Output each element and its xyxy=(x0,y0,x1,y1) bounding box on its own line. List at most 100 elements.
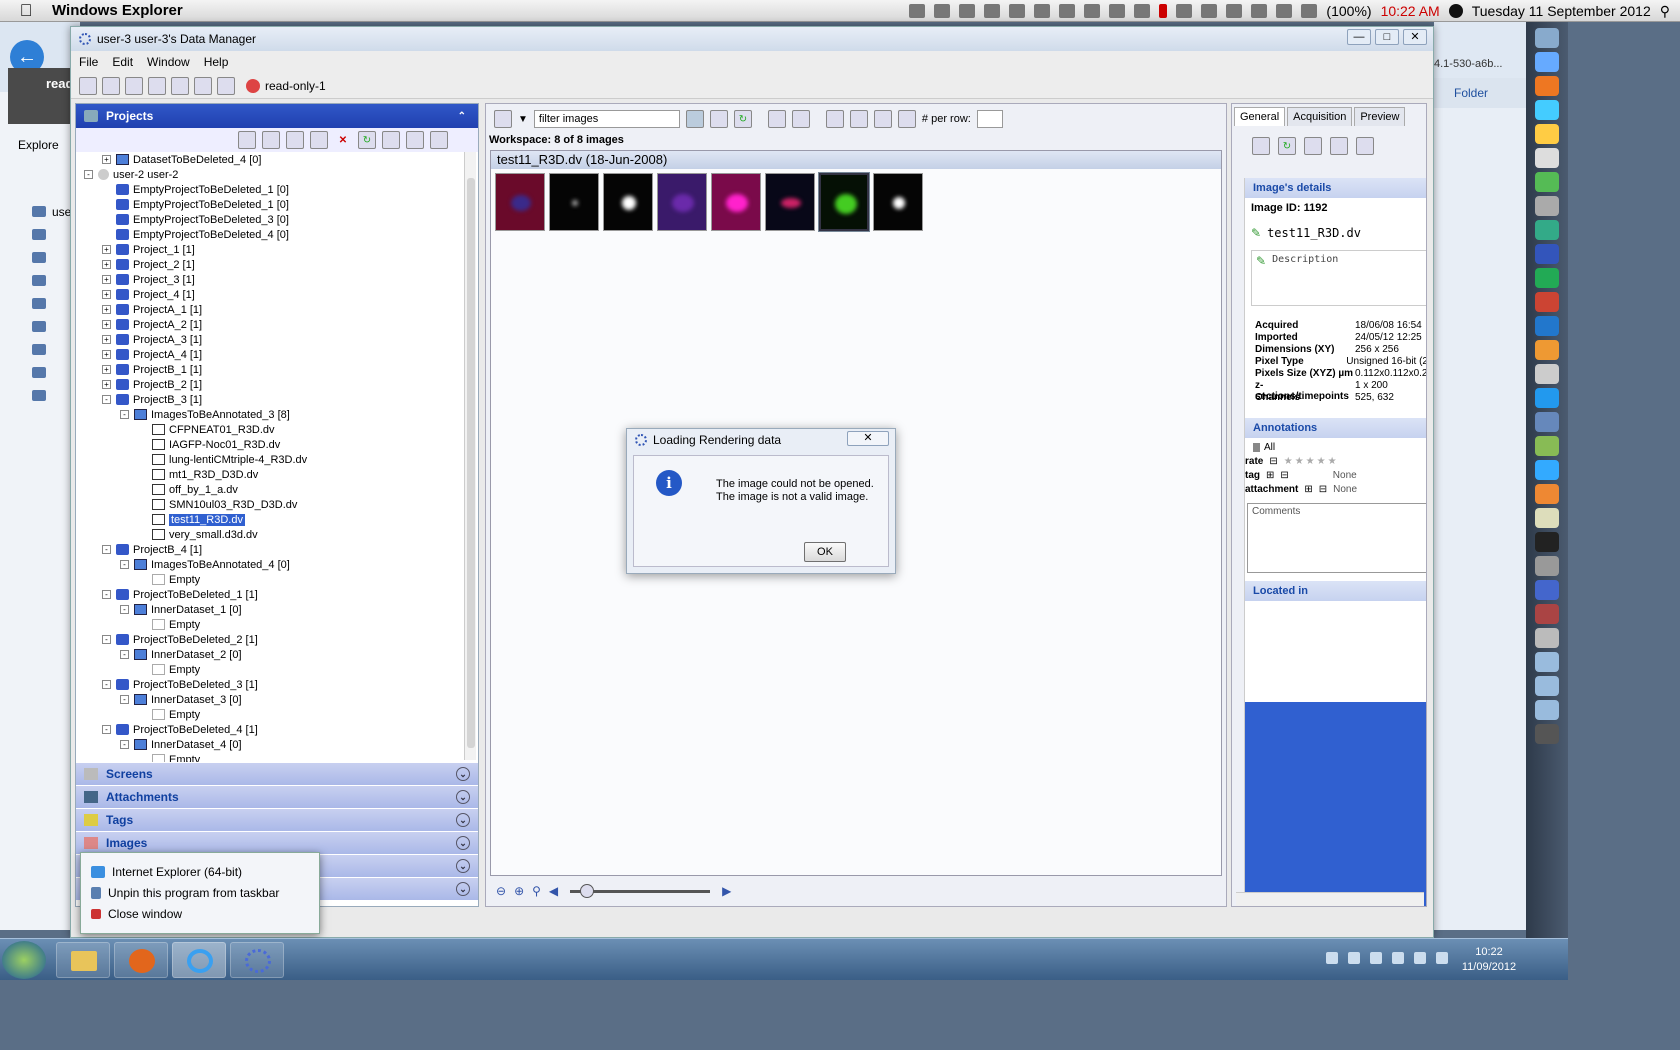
open-internet-explorer[interactable]: Internet Explorer (64-bit) xyxy=(91,861,319,882)
add-icon[interactable]: ⊞ xyxy=(1304,484,1312,495)
tree-row[interactable]: Empty xyxy=(76,752,478,762)
filter-input[interactable]: filter images xyxy=(533,110,680,128)
unpin-item[interactable]: Unpin this program from taskbar xyxy=(91,882,319,903)
status-icon[interactable] xyxy=(1109,4,1126,18)
image-thumbnail[interactable] xyxy=(603,173,653,231)
screen-icon[interactable] xyxy=(125,76,143,95)
tree-row[interactable]: EmptyProjectToBeDeleted_3 [0] xyxy=(76,212,478,227)
slider-handle[interactable] xyxy=(580,883,595,898)
spotlight-icon[interactable]: ⚲ xyxy=(1660,3,1670,20)
expand-icon[interactable]: + xyxy=(102,335,111,344)
terminal-icon[interactable] xyxy=(1535,532,1559,552)
menu-file[interactable]: File xyxy=(79,55,98,69)
wifi-icon[interactable] xyxy=(1251,4,1268,18)
paste-icon[interactable] xyxy=(310,131,328,149)
volume-icon[interactable] xyxy=(1276,4,1293,18)
expand-icon[interactable]: + xyxy=(102,245,111,254)
menu-help[interactable]: Help xyxy=(204,55,229,69)
expand-icon[interactable]: + xyxy=(102,260,111,269)
flag-icon[interactable] xyxy=(1436,952,1448,964)
expand-icon[interactable]: ⌄ xyxy=(456,836,470,850)
apple-icon[interactable]:  xyxy=(0,1,52,21)
active-app-name[interactable]: Windows Explorer xyxy=(52,2,183,19)
tree-row[interactable]: Empty xyxy=(76,617,478,632)
collapse-icon[interactable]: - xyxy=(120,740,129,749)
taskbar-explorer[interactable] xyxy=(56,942,110,978)
taskbar-omero[interactable] xyxy=(230,942,284,978)
accordion-images[interactable]: Images ⌄ xyxy=(76,831,478,854)
tree-row[interactable]: SMN10ul03_R3D_D3D.dv xyxy=(76,497,478,512)
grid-icon[interactable] xyxy=(1356,137,1374,155)
app-icon[interactable] xyxy=(1535,628,1559,648)
expand-icon[interactable]: + xyxy=(102,365,111,374)
collapse-icon[interactable]: - xyxy=(102,590,111,599)
sort-icon[interactable] xyxy=(382,131,400,149)
tree-view-icon[interactable] xyxy=(79,76,97,95)
expand-icon[interactable]: + xyxy=(102,380,111,389)
taskbar-clock[interactable]: 10:22 11/09/2012 xyxy=(1458,945,1520,975)
menubar-clock[interactable]: 10:22 AM xyxy=(1381,3,1440,19)
skype-icon[interactable] xyxy=(1535,388,1559,408)
app-icon[interactable] xyxy=(1535,172,1559,192)
expand-icon[interactable]: + xyxy=(102,305,111,314)
tree-row[interactable]: - InnerDataset_3 [0] xyxy=(76,692,478,707)
bluetooth-icon[interactable] xyxy=(1226,4,1243,18)
taskbar-firefox[interactable] xyxy=(114,942,168,978)
menubar-date[interactable]: Tuesday 11 September 2012 xyxy=(1472,3,1651,19)
zoom-in-icon[interactable]: ⊕ xyxy=(514,884,524,898)
copy-icon[interactable] xyxy=(286,131,304,149)
expand-icon[interactable]: ⌄ xyxy=(456,859,470,873)
tree-row[interactable]: - user-2 user-2 xyxy=(76,167,478,182)
group-label[interactable]: read-only-1 xyxy=(265,79,326,93)
tree-row[interactable]: - InnerDataset_4 [0] xyxy=(76,737,478,752)
app-icon[interactable] xyxy=(1535,100,1559,120)
menu-edit[interactable]: Edit xyxy=(112,55,133,69)
tree-row[interactable]: - ImagesToBeAnnotated_4 [0] xyxy=(76,557,478,572)
scrollbar-thumb[interactable] xyxy=(467,178,475,748)
tree-row[interactable]: Empty xyxy=(76,572,478,587)
horizontal-scrollbar[interactable] xyxy=(1236,892,1424,906)
ok-button[interactable]: OK xyxy=(804,542,846,562)
remove-icon[interactable]: ⊟ xyxy=(1280,470,1288,481)
tree-row[interactable]: - InnerDataset_1 [0] xyxy=(76,602,478,617)
excel-icon[interactable] xyxy=(1535,268,1559,288)
image-thumbnail[interactable] xyxy=(873,173,923,231)
status-icon[interactable] xyxy=(984,4,1001,18)
filter-all[interactable]: All xyxy=(1245,438,1426,453)
delete-icon[interactable]: ✕ xyxy=(334,131,352,149)
tree-row[interactable]: Empty xyxy=(76,707,478,722)
taskbar-internet-explorer[interactable] xyxy=(172,942,226,978)
tree-row[interactable]: + Project_1 [1] xyxy=(76,242,478,257)
folder-icon[interactable] xyxy=(1535,700,1559,720)
app-icon[interactable] xyxy=(1535,52,1559,72)
calendar-icon[interactable] xyxy=(1535,148,1559,168)
tree-row[interactable]: - ProjectToBeDeleted_2 [1] xyxy=(76,632,478,647)
tree-row[interactable]: lung-lentiCMtriple-4_R3D.dv xyxy=(76,452,478,467)
pause-icon[interactable] xyxy=(1159,4,1168,18)
accordion-attachments[interactable]: Attachments ⌄ xyxy=(76,785,478,808)
collapse-icon[interactable]: - xyxy=(84,170,93,179)
window-titlebar[interactable]: user-3 user-3's Data Manager — □ ✕ xyxy=(71,27,1433,51)
people-icon[interactable] xyxy=(171,76,189,95)
tree-row[interactable]: - ProjectB_4 [1] xyxy=(76,542,478,557)
collapse-icon[interactable]: - xyxy=(102,395,111,404)
battery-icon[interactable] xyxy=(1301,4,1318,18)
edit-pencil-icon[interactable]: ✎ xyxy=(1256,254,1266,305)
filter-menu-icon[interactable] xyxy=(494,110,512,128)
tree-row[interactable]: + ProjectB_2 [1] xyxy=(76,377,478,392)
status-icon[interactable] xyxy=(1034,4,1051,18)
tree-row[interactable]: - ProjectToBeDeleted_3 [1] xyxy=(76,677,478,692)
status-icon[interactable] xyxy=(959,4,976,18)
app-icon[interactable] xyxy=(1535,580,1559,600)
refresh-icon[interactable]: ↻ xyxy=(1278,137,1296,155)
projects-header[interactable]: Projects ⌃ xyxy=(76,104,478,128)
remove-icon[interactable]: ⊟ xyxy=(1319,484,1327,495)
tree-row[interactable]: - ProjectToBeDeleted_4 [1] xyxy=(76,722,478,737)
status-icon[interactable] xyxy=(1009,4,1026,18)
collapse-icon[interactable]: - xyxy=(120,605,129,614)
refresh-icon[interactable]: ↻ xyxy=(733,110,752,128)
edit-icon[interactable] xyxy=(897,110,916,128)
collapse-icon[interactable]: - xyxy=(102,635,111,644)
collapse-icon[interactable]: - xyxy=(102,725,111,734)
collapse-icon[interactable]: - xyxy=(102,545,111,554)
